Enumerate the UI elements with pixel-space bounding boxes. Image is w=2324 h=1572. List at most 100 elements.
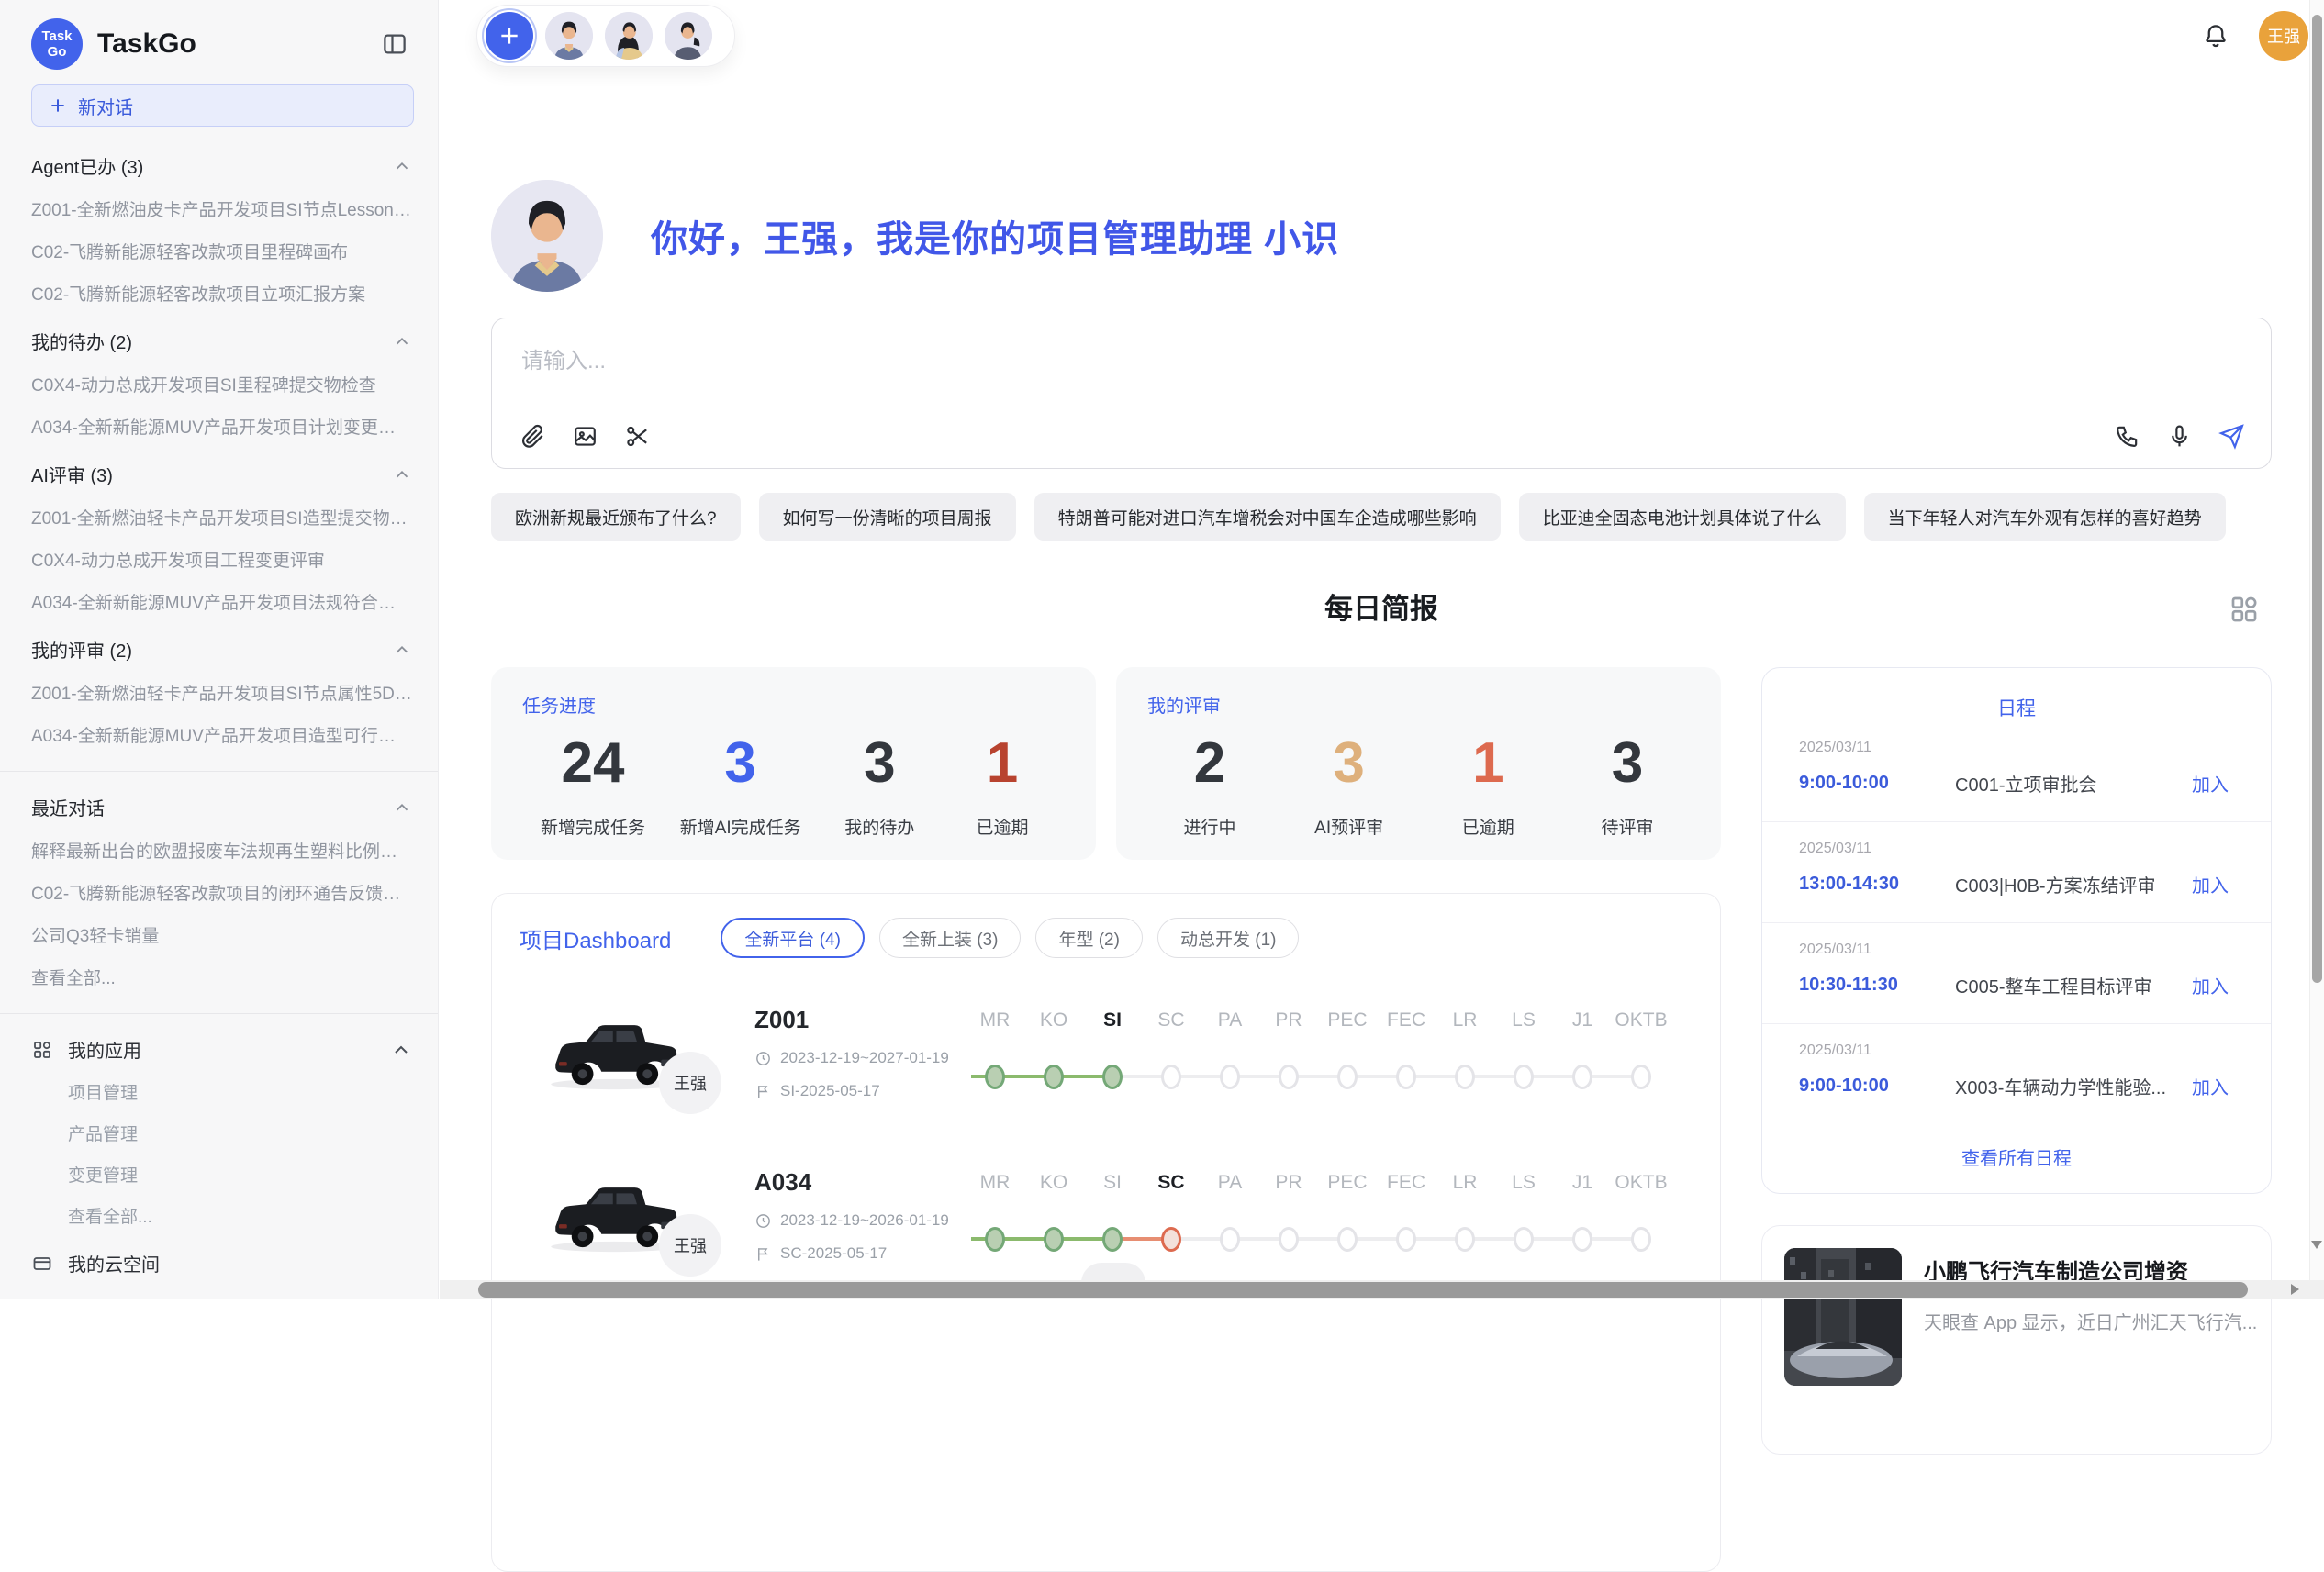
attach-button[interactable] [520,423,546,450]
sidebar-item[interactable]: Z001-全新燃油轻卡产品开发项目SI造型提交物评审 [31,505,412,530]
join-meeting-button[interactable]: 加入 [2186,1072,2234,1100]
join-meeting-button[interactable]: 加入 [2186,769,2234,797]
sidebar-item[interactable]: A034-全新新能源MUV产品开发项目法规符合性评审 [31,589,412,614]
user-avatar[interactable]: 王强 [2259,11,2308,61]
chat-input[interactable] [520,340,1940,408]
member-avatar[interactable] [665,12,712,60]
suggestion-chip[interactable]: 特朗普可能对进口汽车增税会对中国车企造成哪些影响 [1034,493,1501,541]
project-filter-chip[interactable]: 年型 (2) [1035,918,1143,958]
news-excerpt: 天眼查 App 显示，近日广州汇天飞行汽... [1924,1308,2257,1334]
milestone-label: SI [1083,1170,1142,1196]
news-image-flying-car [1784,1248,1902,1386]
sidebar-item[interactable]: A034-全新新能源MUV产品开发项目造型可行性评审 [31,722,412,747]
milestone-label: LR [1436,1170,1494,1196]
sidebar-group-header[interactable]: AI评审 (3) [31,461,412,487]
owner-name: 王强 [674,1071,707,1095]
collapse-sidebar-button[interactable] [377,27,412,61]
stat-value: 2 [1166,730,1254,796]
sidebar-item[interactable]: C0X4-动力总成开发项目工程变更评审 [31,547,412,572]
app-link[interactable]: 产品管理 [68,1120,412,1145]
phone-icon [2114,423,2140,450]
suggestion-chip[interactable]: 欧洲新规最近颁布了什么? [491,493,741,541]
milestone-dot [1572,1065,1592,1089]
microphone-button[interactable] [2166,423,2193,450]
sidebar-item-cloud-space[interactable]: 我的云空间 [31,1250,412,1277]
add-member-button[interactable] [486,12,533,60]
screenshot-button[interactable] [624,423,651,450]
recent-view-all[interactable]: 查看全部... [31,964,412,989]
image-upload-button[interactable] [572,423,598,450]
milestone-label: PEC [1318,1170,1377,1196]
news-card[interactable]: 小鹏飞行汽车制造公司增资 天眼查 App 显示，近日广州汇天飞行汽... [1761,1225,2272,1455]
project-filter-chip[interactable]: 全新上装 (3) [879,918,1022,958]
project-row[interactable]: 王强 A034 2023-12-19~2026-01-19 SC-2025-05… [520,1168,1693,1263]
milestone-label: OKTB [1612,1170,1670,1196]
vertical-scrollbar-thumb[interactable] [2312,15,2322,983]
sidebar-item[interactable]: Z001-全新燃油轻卡产品开发项目SI节点属性5D文件评审 [31,680,412,705]
notifications-button[interactable] [2202,22,2229,50]
chevron-up-icon [392,331,412,351]
sidebar-group-list: Z001-全新燃油轻卡产品开发项目SI造型提交物评审 C0X4-动力总成开发项目工… [31,505,412,614]
sidebar-item[interactable]: C02-飞腾新能源轻客改款项目里程碑画布 [31,239,412,263]
paperclip-icon [520,423,546,450]
app-title: TaskGo [97,28,377,60]
suggestion-chip[interactable]: 当下年轻人对汽车外观有怎样的喜好趋势 [1864,493,2226,541]
view-all-schedule-button[interactable]: 查看所有日程 [1956,1143,2077,1171]
scroll-down-arrow-icon[interactable] [2311,1241,2322,1249]
project-filter-chip[interactable]: 动总开发 (1) [1157,918,1300,958]
sidebar-group-header[interactable]: 我的评审 (2) [31,636,412,663]
new-chat-button[interactable]: 新对话 [31,84,414,127]
recent-chat-item[interactable]: 公司Q3轻卡销量 [31,922,412,947]
milestone-label: SC [1142,1008,1201,1033]
sidebar-item[interactable]: Z001-全新燃油皮卡产品开发项目SI节点Lesson Learn报告 [31,196,412,221]
milestone-dot [1337,1227,1358,1252]
schedule-event-title: C003|H0B-方案冻结评审 [1955,871,2173,897]
schedule-card: 日程 2025/03/11 9:00-10:00 C001-立项审批会 加入 [1761,667,2272,1194]
schedule-item[interactable]: 2025/03/11 9:00-10:00 C001-立项审批会 加入 [1762,721,2271,822]
member-avatar[interactable] [605,12,653,60]
milestone-label: PA [1201,1008,1259,1033]
sidebar-group-header[interactable]: 最近对话 [31,794,412,820]
apps-view-all[interactable]: 查看全部... [68,1203,412,1228]
scroll-right-arrow-icon[interactable] [2291,1284,2299,1295]
stat-label: 新增AI完成任务 [680,814,801,839]
send-button[interactable] [2218,423,2245,450]
sidebar-item[interactable]: C0X4-动力总成开发项目SI里程碑提交物检查 [31,372,412,396]
project-row[interactable]: 王强 Z001 2023-12-19~2027-01-19 SI-2025-05… [520,1006,1693,1100]
sidebar-group-header[interactable]: Agent已办 (3) [31,152,412,179]
project-filter-chip[interactable]: 全新平台 (4) [721,918,865,958]
join-meeting-button[interactable]: 加入 [2186,870,2234,898]
sidebar-group-header[interactable]: 我的待办 (2) [31,328,412,354]
assistant-avatar [491,180,603,292]
member-avatar[interactable] [545,12,593,60]
sidebar-group-my-todo: 我的待办 (2) C0X4-动力总成开发项目SI里程碑提交物检查 A034-全新新… [31,328,412,439]
schedule-item[interactable]: 2025/03/11 9:00-10:00 X003-车辆动力学性能验... 加… [1762,1024,2271,1124]
milestone-dot [1337,1065,1358,1089]
milestone-dot [1455,1227,1475,1252]
join-meeting-button[interactable]: 加入 [2186,971,2234,999]
app-link[interactable]: 变更管理 [68,1162,412,1187]
schedule-time: 10:30-11:30 [1799,975,1955,996]
apps-sublist: 项目管理产品管理变更管理 [31,1079,412,1187]
horizontal-scrollbar-thumb[interactable] [478,1282,2248,1298]
logo-text-2: Go [48,44,67,60]
sidebar: Task Go TaskGo 新对话 Agent已办 (3) Z001-全新燃油… [0,0,439,1299]
composer-card [491,318,2272,469]
voice-call-button[interactable] [2114,423,2140,450]
news-thumbnail [1784,1248,1902,1386]
schedule-row: 10:30-11:30 C005-整车工程目标评审 加入 [1799,971,2234,999]
sidebar-item-my-apps[interactable]: 我的应用 [31,1036,412,1063]
suggestion-chip[interactable]: 比亚迪全固态电池计划具体说了什么 [1519,493,1846,541]
daily-brief-layout-button[interactable] [2228,593,2261,626]
schedule-item[interactable]: 2025/03/11 13:00-14:30 C003|H0B-方案冻结评审 加… [1762,822,2271,923]
schedule-row: 9:00-10:00 X003-车辆动力学性能验... 加入 [1799,1072,2234,1100]
suggestion-chip[interactable]: 如何写一份清晰的项目周报 [759,493,1016,541]
schedule-item[interactable]: 2025/03/11 10:30-11:30 C005-整车工程目标评审 加入 [1762,923,2271,1024]
sidebar-item[interactable]: C02-飞腾新能源轻客改款项目立项汇报方案 [31,281,412,306]
app-link[interactable]: 项目管理 [68,1079,412,1104]
schedule-event-title: C005-整车工程目标评审 [1955,972,2173,998]
stat: 1 已逾期 [1444,730,1532,839]
sidebar-item[interactable]: A034-全新新能源MUV产品开发项目计划变更表编写 [31,414,412,439]
recent-chat-item[interactable]: C02-飞腾新能源轻客改款项目的闭环通告反馈情况 [31,880,412,905]
recent-chat-item[interactable]: 解释最新出台的欧盟报废车法规再生塑料比例被调至15%... [31,838,412,863]
